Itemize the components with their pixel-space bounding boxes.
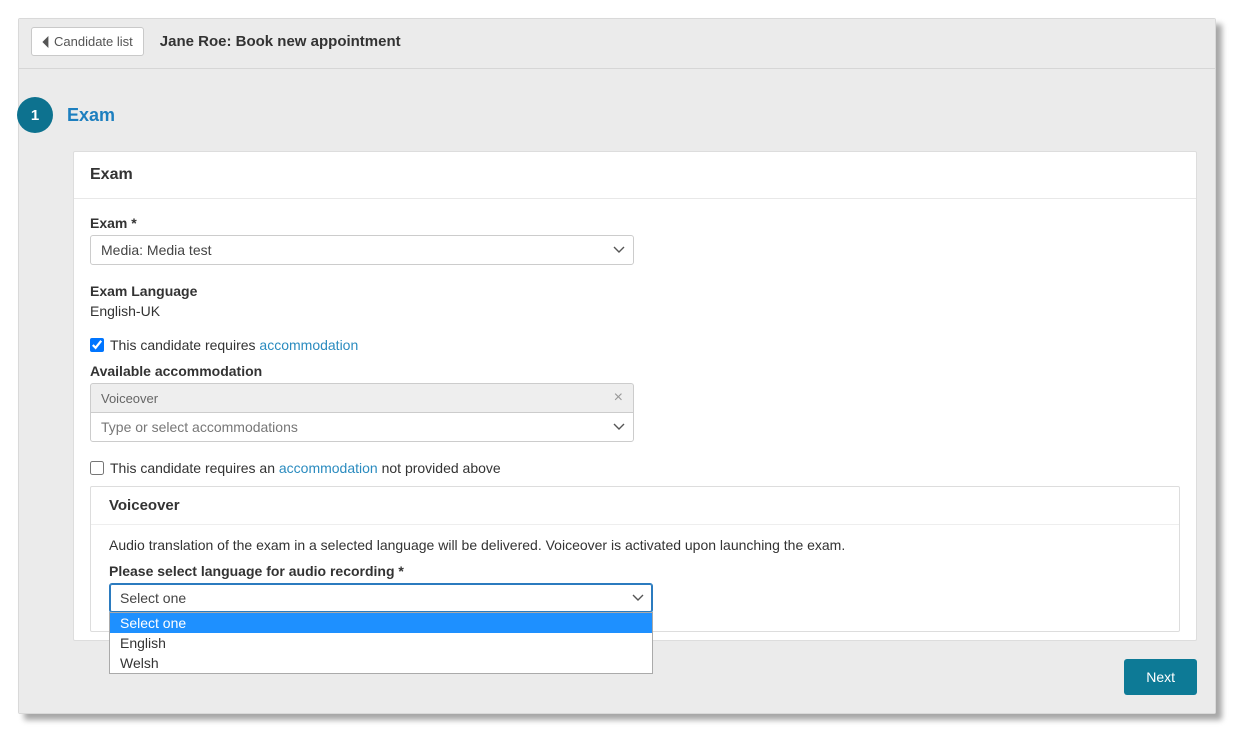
remove-chip-icon[interactable]: × (614, 390, 623, 406)
exam-field-group: Exam * Media: Media test (90, 215, 1180, 265)
accommodation-input[interactable]: Type or select accommodations (90, 412, 634, 442)
exam-panel: Exam Exam * Media: Media test Exam Langu… (73, 151, 1197, 641)
accommodation-placeholder: Type or select accommodations (101, 419, 298, 435)
available-accommodation-group: Available accommodation Voiceover × Type… (90, 363, 1180, 442)
other-accommodation-prefix: This candidate requires an (110, 460, 279, 476)
exam-language-value: English-UK (90, 303, 1180, 319)
other-accommodation-link[interactable]: accommodation (279, 460, 378, 476)
voiceover-select-label: Please select language for audio recordi… (109, 563, 1161, 579)
other-accommodation-checkbox[interactable] (90, 461, 104, 475)
exam-language-group: Exam Language English-UK (90, 283, 1180, 319)
voiceover-option-select-one[interactable]: Select one (110, 613, 652, 633)
voiceover-language-select[interactable]: Select one (109, 583, 653, 613)
back-label: Candidate list (54, 34, 133, 49)
exam-label: Exam * (90, 215, 1180, 231)
panel-body: Exam * Media: Media test Exam Language E… (74, 199, 1196, 640)
next-button[interactable]: Next (1124, 659, 1197, 695)
step-title: Exam (67, 105, 115, 126)
candidate-list-button[interactable]: Candidate list (31, 27, 144, 56)
page-title: Jane Roe: Book new appointment (160, 33, 401, 50)
voiceover-body: Audio translation of the exam in a selec… (91, 525, 1179, 631)
other-accommodation-checkbox-row: This candidate requires an accommodation… (90, 460, 1180, 476)
exam-language-label: Exam Language (90, 283, 1180, 299)
accommodation-checkbox[interactable] (90, 338, 104, 352)
voiceover-option-english[interactable]: English (110, 633, 652, 653)
voiceover-select-value: Select one (120, 590, 186, 606)
topbar: Candidate list Jane Roe: Book new appoin… (19, 19, 1215, 69)
exam-select[interactable]: Media: Media test (90, 235, 634, 265)
accommodation-chip-label: Voiceover (101, 391, 158, 406)
chevron-down-icon (613, 246, 625, 254)
accommodation-checkbox-prefix: This candidate requires (110, 337, 259, 353)
chevron-left-icon (42, 36, 50, 48)
voiceover-description: Audio translation of the exam in a selec… (109, 537, 1161, 553)
voiceover-option-welsh[interactable]: Welsh (110, 653, 652, 673)
voiceover-panel: Voiceover Audio translation of the exam … (90, 486, 1180, 632)
voiceover-heading: Voiceover (91, 487, 1179, 525)
other-accommodation-checkbox-label: This candidate requires an accommodation… (110, 460, 501, 476)
other-accommodation-suffix: not provided above (378, 460, 501, 476)
chevron-down-icon (613, 423, 625, 431)
panel-heading: Exam (74, 152, 1196, 199)
available-accommodation-label: Available accommodation (90, 363, 1180, 379)
chevron-down-icon (632, 594, 644, 602)
voiceover-language-options: Select one English Welsh (109, 612, 653, 674)
body-area: 1 Exam Exam Exam * Media: Media test Exa… (19, 69, 1215, 713)
step-header: 1 Exam (19, 97, 1215, 151)
voiceover-select-group: Select one Select one English Welsh (109, 583, 1161, 613)
accommodation-link[interactable]: accommodation (259, 337, 358, 353)
page-container: Candidate list Jane Roe: Book new appoin… (18, 18, 1216, 714)
accommodation-checkbox-label: This candidate requires accommodation (110, 337, 358, 353)
exam-select-value: Media: Media test (101, 242, 212, 258)
step-number-badge: 1 (17, 97, 53, 133)
accommodation-chip: Voiceover × (90, 383, 634, 412)
accommodation-checkbox-row: This candidate requires accommodation (90, 337, 1180, 353)
